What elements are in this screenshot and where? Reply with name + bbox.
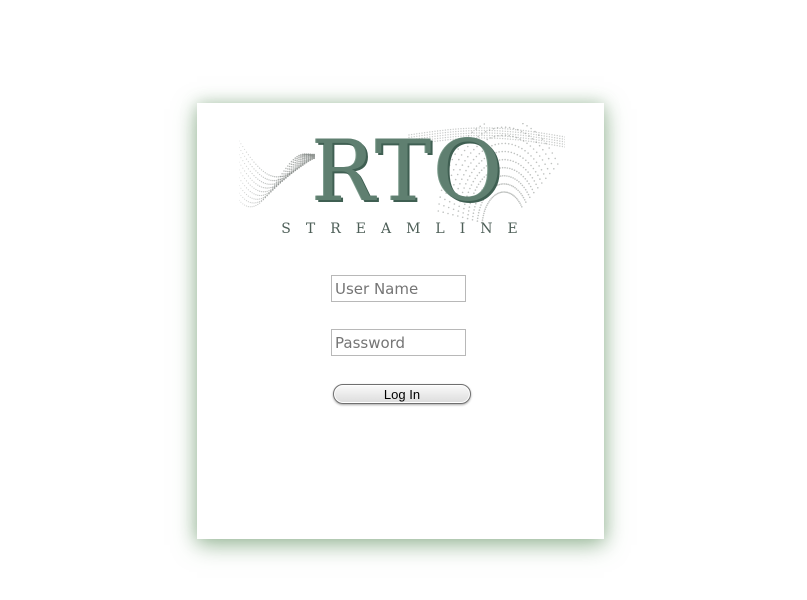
logo-wordmark: RTO [311,122,505,220]
page: RTO STREAMLINE Log In [0,0,807,600]
username-input[interactable] [331,275,466,302]
login-card: RTO STREAMLINE Log In [197,103,604,539]
rto-streamline-logo: RTO STREAMLINE [239,123,565,248]
logo-subtitle: STREAMLINE [281,221,533,237]
login-button[interactable]: Log In [333,384,471,404]
password-input[interactable] [331,329,466,356]
